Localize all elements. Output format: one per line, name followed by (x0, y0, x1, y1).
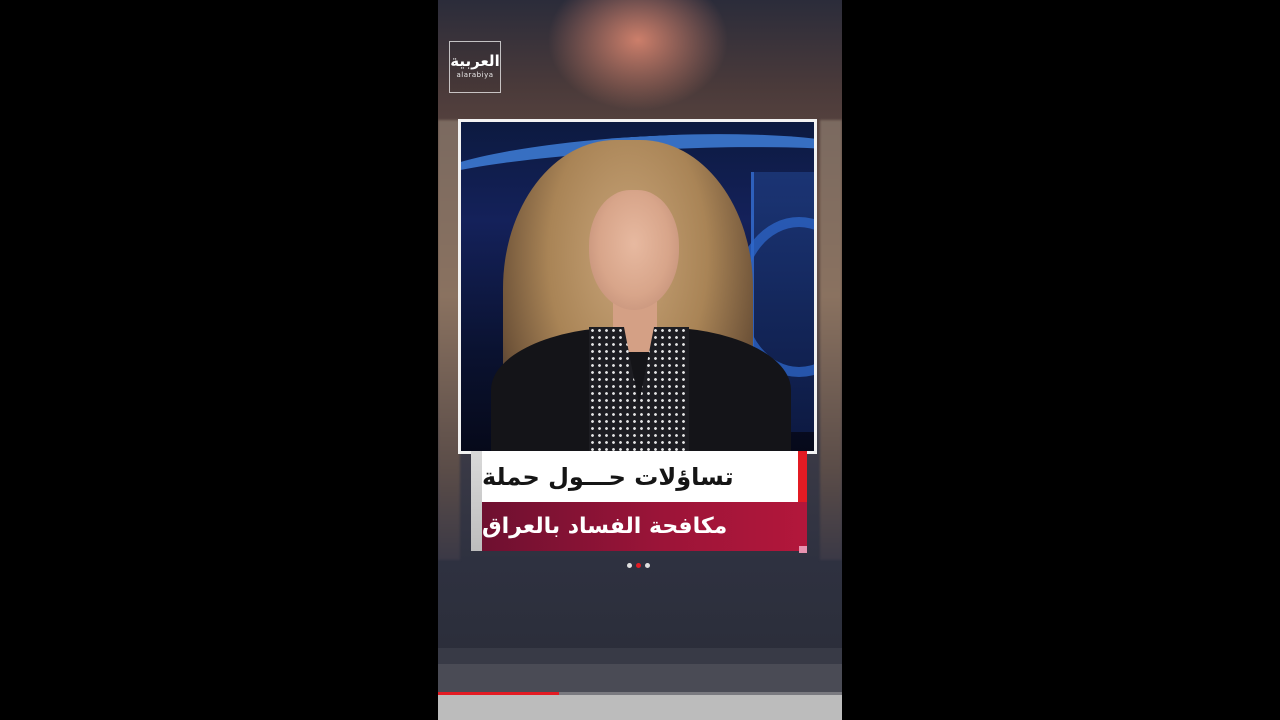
player-controls-area (438, 695, 842, 720)
headline-accent-edge (798, 451, 807, 502)
headline-line-2-text: مكافحة الفساد بالعراق (482, 514, 728, 539)
logo-latin-text: alarabiya (456, 71, 494, 79)
headline-line-1: تساؤلات حـــول حملة (482, 451, 798, 502)
pager-dot[interactable] (627, 562, 632, 568)
headline-line-1-text: تساؤلات حـــول حملة (482, 462, 734, 491)
pager-dot[interactable] (645, 562, 650, 568)
presenter-face (589, 190, 679, 310)
bottom-band (438, 648, 842, 664)
logo-arabic-text: العربية (450, 52, 500, 70)
presenter-video-inset (458, 119, 817, 454)
blurred-background-right (820, 120, 842, 560)
blurred-background-left (438, 120, 460, 560)
player-bottom-bar (438, 664, 842, 694)
pager-dot[interactable] (636, 562, 641, 568)
slide-pager[interactable] (627, 561, 650, 569)
headline-corner-accent (799, 546, 807, 553)
alarabiya-logo: العربية alarabiya (449, 41, 501, 93)
headline-line-2: مكافحة الفساد بالعراق (482, 502, 807, 551)
video-frame[interactable]: العربية alarabiya تساؤلات حـــول حملة مك… (438, 0, 842, 720)
headline-side-strip (471, 451, 482, 551)
